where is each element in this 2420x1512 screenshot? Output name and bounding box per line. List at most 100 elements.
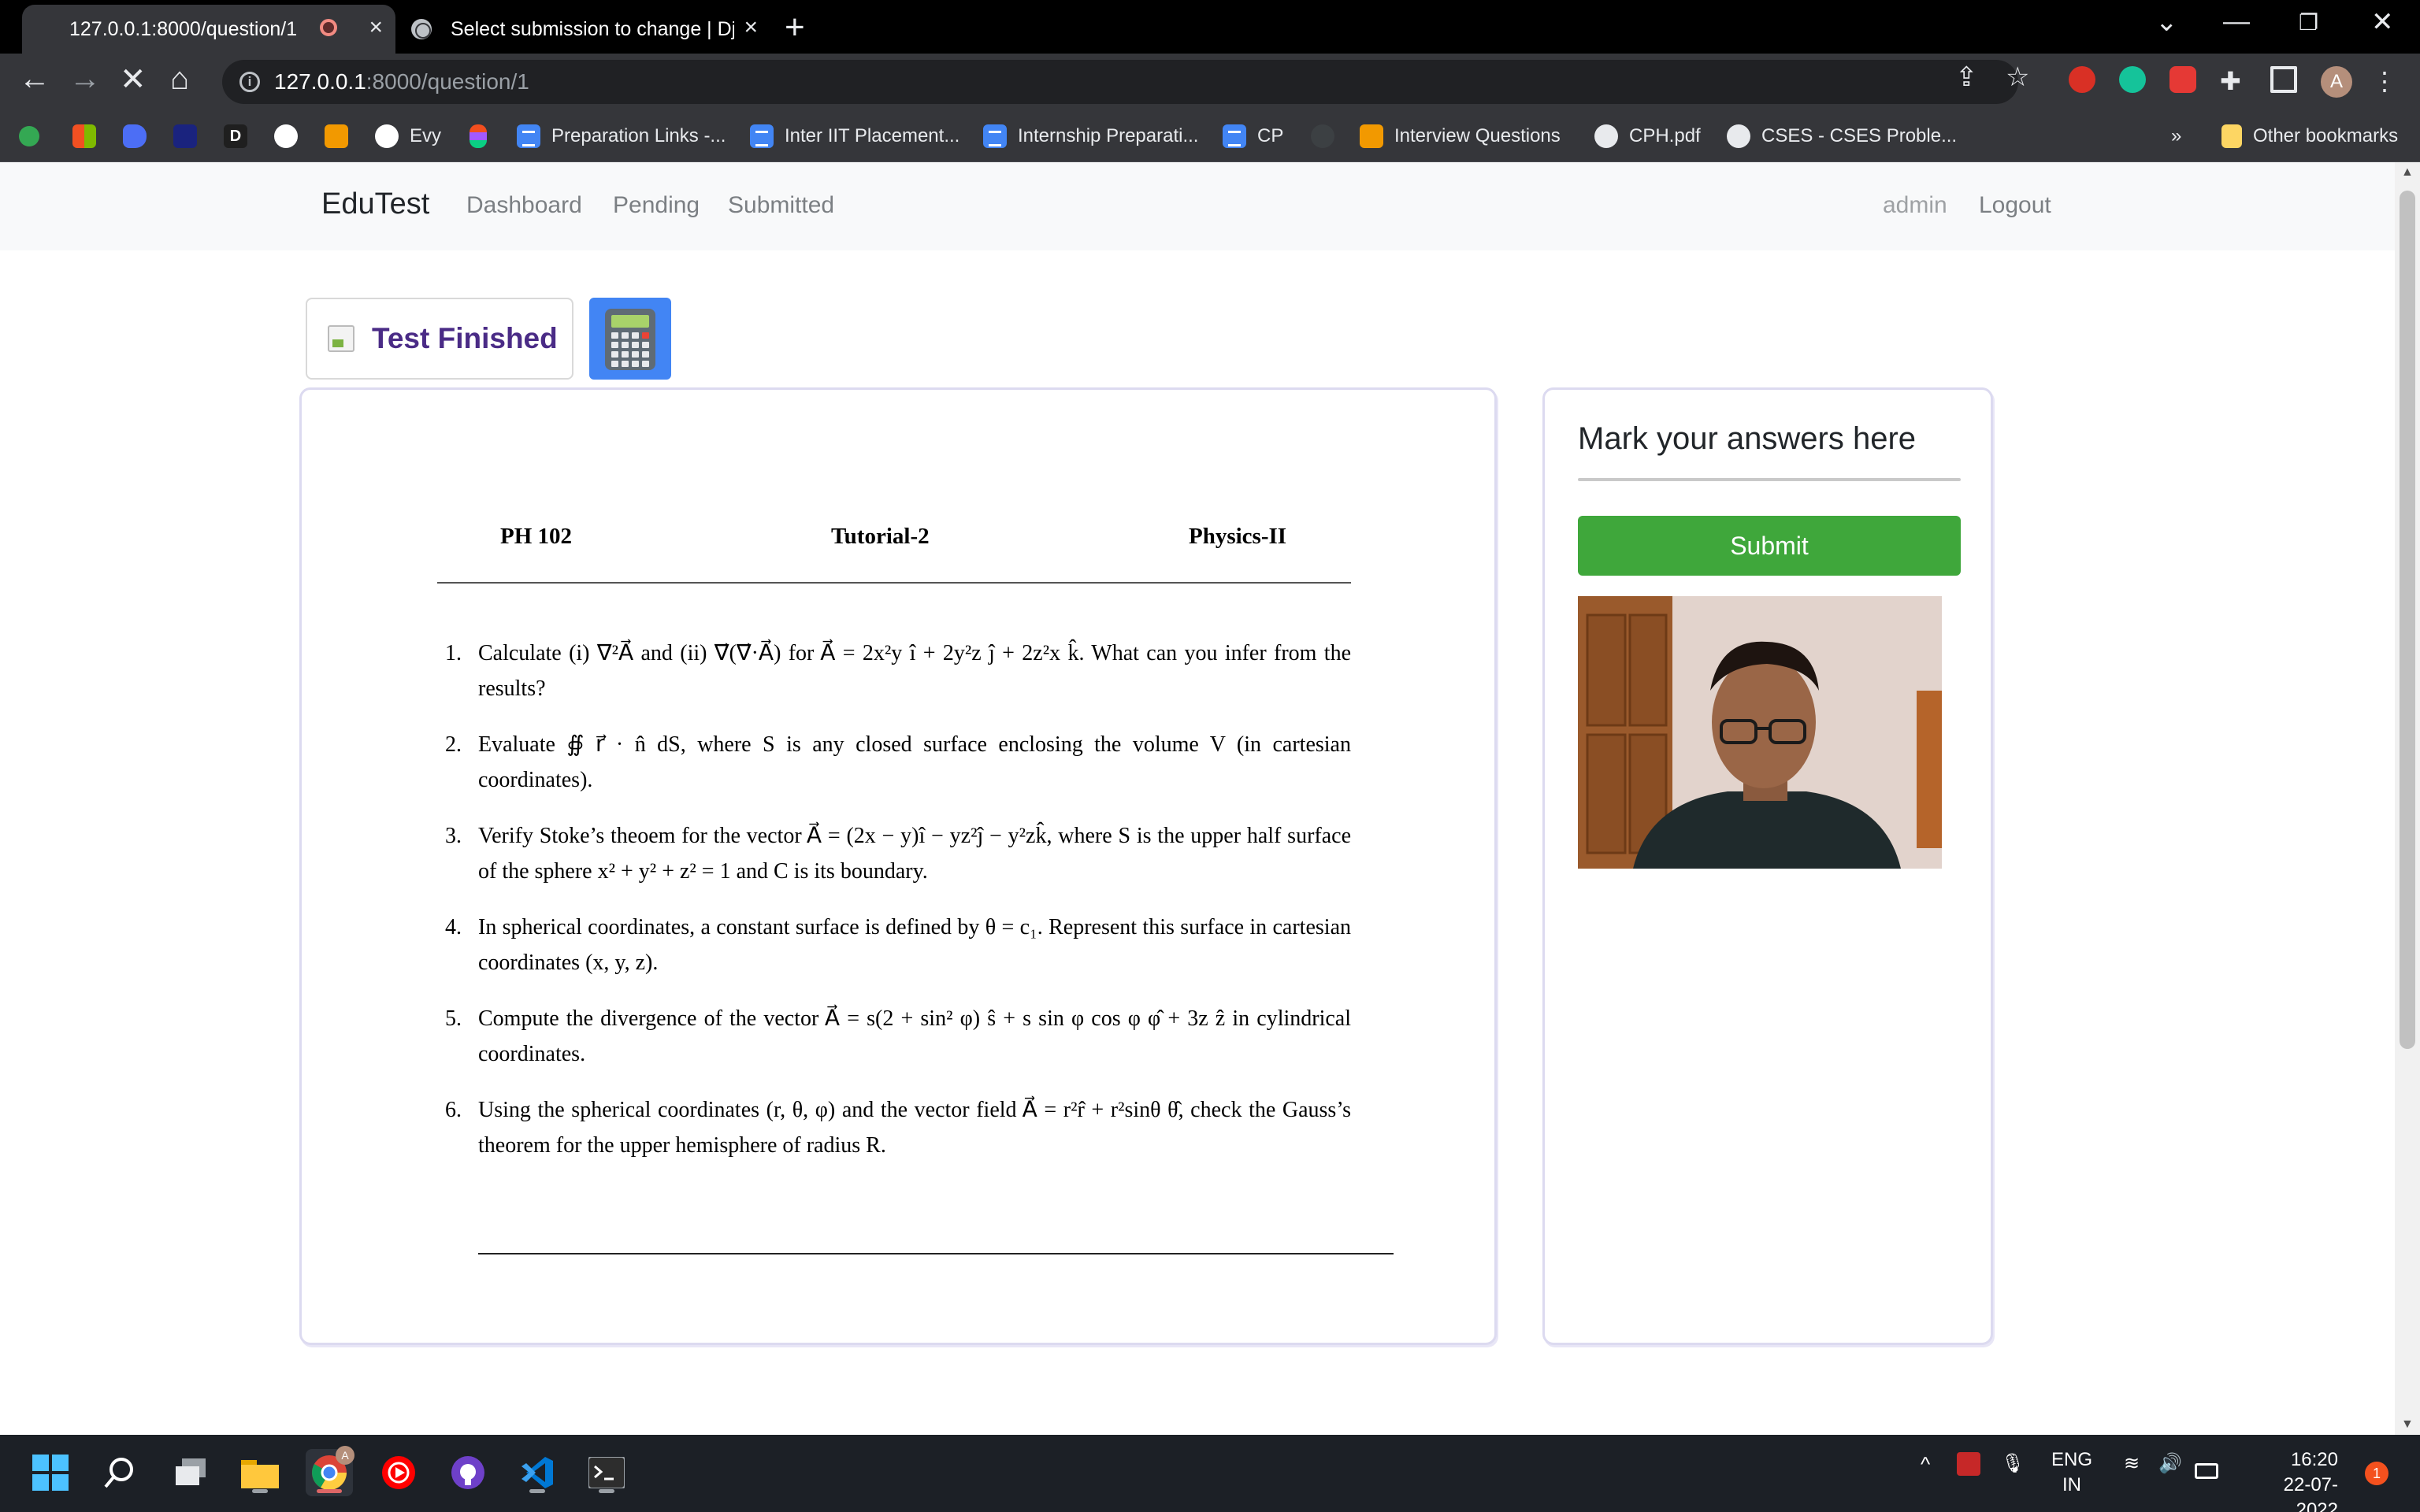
stop-loading-icon[interactable]: ✕ (120, 61, 147, 98)
menu-kebab-icon[interactable]: ⋮ (2371, 66, 2398, 95)
bookmark-internship[interactable]: Internship Preparati... (983, 120, 1198, 152)
bookmark-evy[interactable]: Evy (375, 120, 441, 152)
ext-grammarly-icon[interactable] (2119, 66, 2146, 93)
url-host: 127.0.0.1 (274, 69, 366, 94)
bookmark-interview-questions[interactable]: Interview Questions (1360, 120, 1561, 152)
bookmark-app-icon[interactable] (123, 120, 158, 152)
scroll-up-icon[interactable]: ▲ (2401, 165, 2414, 180)
wifi-icon[interactable]: ≋ (2124, 1452, 2140, 1475)
nav-submitted[interactable]: Submitted (728, 192, 834, 219)
close-tab-icon[interactable]: × (744, 14, 758, 41)
nav-pending[interactable]: Pending (613, 192, 700, 219)
more-bookmarks-icon[interactable]: » (2171, 120, 2181, 152)
question-item: 1. Calculate (i) ∇²A⃗ and (ii) ∇⃗(∇⃗·A⃗) … (445, 641, 1351, 701)
tab-title: 127.0.0.1:8000/question/1 (69, 17, 298, 40)
bookmarks-bar: D Evy Preparation Links -... Inter IIT P… (0, 110, 2420, 162)
task-view-icon[interactable] (167, 1449, 214, 1496)
profile-avatar[interactable]: A (2321, 66, 2352, 98)
bookmark-inter-iit[interactable]: Inter IIT Placement... (750, 120, 959, 152)
bookmark-cph[interactable]: CPH.pdf (1594, 120, 1701, 152)
docs-icon (983, 124, 1007, 148)
close-tab-icon[interactable]: × (369, 14, 383, 41)
question-paper-card: PH 102 Tutorial-2 Physics-II 1. Calculate… (299, 387, 1497, 1345)
sheet-title: Tutorial-2 (831, 524, 930, 549)
bookmark-coding-icon[interactable] (325, 120, 359, 152)
new-tab-button[interactable]: + (785, 8, 805, 47)
ext-recorder-icon[interactable] (2169, 66, 2196, 93)
recording-icon (320, 19, 337, 36)
bookmark-badge-icon[interactable] (19, 120, 50, 152)
course-code: PH 102 (500, 524, 573, 549)
other-bookmarks[interactable]: Other bookmarks (2221, 120, 2398, 152)
clock-time: 16:20 (2290, 1449, 2338, 1470)
bookmark-d-icon[interactable]: D (224, 120, 258, 152)
tab-search-icon[interactable]: ⌄ (2155, 6, 2178, 38)
start-button[interactable] (27, 1449, 74, 1496)
docs-icon (517, 124, 540, 148)
forward-icon[interactable]: → (69, 61, 101, 97)
bookmark-cp[interactable]: CP (1223, 120, 1283, 152)
home-icon[interactable]: ⌂ (170, 61, 189, 97)
bookmark-dark-icon[interactable] (173, 120, 208, 152)
globe-icon (411, 19, 432, 39)
broken-image-icon (328, 325, 354, 352)
file-explorer-icon[interactable] (236, 1449, 284, 1496)
question-item: 2. Evaluate ∯ r⃗ · n̂ dS, where S is any … (445, 732, 1351, 792)
youtube-music-icon[interactable] (375, 1449, 422, 1496)
taskbar-clock[interactable]: 16:20 22-07-2022 (2244, 1447, 2338, 1512)
microphone-tray-icon[interactable]: 🎙 (2001, 1452, 2025, 1475)
brand-logo[interactable]: EduTest (321, 187, 429, 221)
answer-panel: Mark your answers here Submit (1542, 387, 1993, 1345)
share-icon[interactable]: ⇪ (1955, 61, 1978, 93)
folder-icon (2221, 124, 2242, 148)
docs-icon (750, 124, 774, 148)
question-item: 4. In spherical coordinates, a constant s… (445, 915, 1351, 975)
bookmark-cses[interactable]: CSES - CSES Proble... (1727, 120, 1957, 152)
vscode-icon[interactable] (514, 1449, 561, 1496)
ext-adblock-icon[interactable] (2069, 66, 2095, 93)
restore-button[interactable]: ❐ (2299, 9, 2318, 35)
language-indicator[interactable]: ENG IN (2051, 1447, 2092, 1498)
site-navbar: EduTest Dashboard Pending Submitted admi… (0, 162, 2395, 250)
tab-admin[interactable]: Select submission to change | Dja × (395, 5, 766, 54)
extensions-puzzle-icon[interactable]: ✚ (2220, 66, 2247, 95)
tab-question[interactable]: 127.0.0.1:8000/question/1 × (22, 5, 395, 54)
close-window-button[interactable]: ✕ (2371, 6, 2394, 38)
globe-icon (1594, 124, 1618, 148)
antivirus-tray-icon[interactable] (1957, 1452, 1980, 1476)
volume-icon[interactable]: 🔊 (2158, 1452, 2182, 1475)
clock-date: 22-07-2022 (2283, 1474, 2338, 1512)
scroll-down-icon[interactable]: ▼ (2401, 1418, 2414, 1432)
test-status-button[interactable]: Test Finished (306, 298, 573, 380)
address-bar[interactable]: i 127.0.0.1:8000/question/1 (222, 60, 2018, 104)
terminal-icon[interactable] (583, 1449, 630, 1496)
bookmark-star-icon[interactable]: ☆ (2006, 61, 2029, 93)
search-taskbar-icon[interactable] (96, 1449, 143, 1496)
question-list: 1. Calculate (i) ∇²A⃗ and (ii) ∇⃗(∇⃗·A⃗) … (445, 636, 1351, 1184)
nav-dashboard[interactable]: Dashboard (466, 192, 582, 219)
bookmark-github-icon[interactable] (274, 120, 309, 152)
bookmark-preparation-links[interactable]: Preparation Links -... (517, 120, 726, 152)
back-icon[interactable]: ← (19, 61, 50, 97)
subject-name: Physics-II (1189, 524, 1287, 549)
bookmark-figma-icon[interactable] (470, 120, 498, 152)
battery-icon[interactable] (2195, 1463, 2218, 1479)
bookmark-lightning-icon[interactable] (1311, 120, 1345, 152)
minimize-button[interactable]: — (2223, 6, 2250, 37)
side-panel-icon[interactable] (2270, 66, 2297, 93)
site-info-icon[interactable]: i (239, 72, 260, 92)
question-item: 6. Using the spherical coordinates (r, θ,… (445, 1098, 1351, 1158)
page-scrollbar[interactable]: ▲ ▼ (2395, 162, 2420, 1435)
question-item: 3. Verify Stoke’s theoem for the vector A… (445, 824, 1351, 884)
scrollbar-thumb[interactable] (2400, 191, 2415, 1049)
submit-button[interactable]: Submit (1578, 516, 1961, 576)
chrome-taskbar-icon[interactable]: A (306, 1446, 354, 1496)
nav-logout[interactable]: Logout (1979, 192, 2051, 219)
bookmark-microsoft-icon[interactable] (72, 120, 107, 152)
notification-badge[interactable]: 1 (2365, 1462, 2388, 1485)
calculator-button[interactable] (589, 298, 671, 380)
github-icon (375, 124, 399, 148)
tray-overflow-icon[interactable]: ^ (1921, 1452, 1930, 1477)
github-desktop-icon[interactable] (444, 1449, 492, 1496)
question-item: 5. Compute the divergence of the vector A… (445, 1006, 1351, 1066)
